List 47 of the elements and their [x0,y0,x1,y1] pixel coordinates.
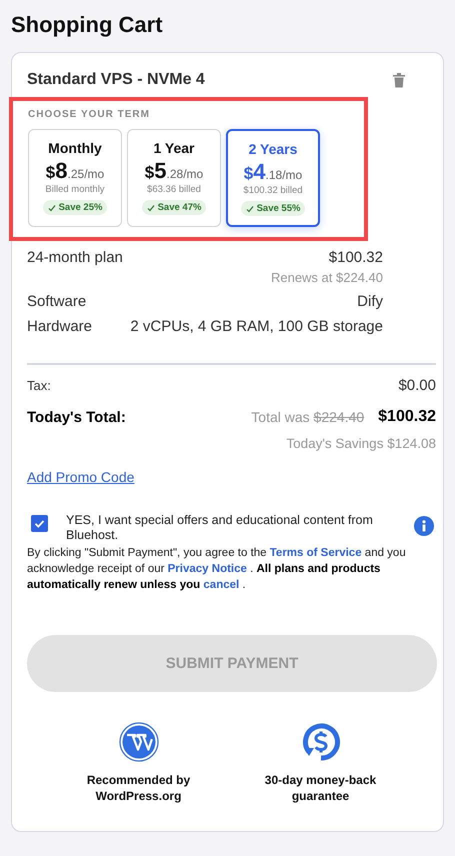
legal-link[interactable]: cancel [203,579,240,591]
detail-value: $100.32 [328,249,383,266]
savings-note: Today's Savings $124.08 [285,436,436,451]
term-price: $8.25/mo [46,158,104,184]
legal-text: By clicking "Submit Payment", you agree to the Terms of Service and you acknowledge receipt of our Privacy Notice . All plans and products automatically renew unless you cancel . [27,546,407,593]
section-heading: CHOOSE YOUR TERM [28,109,151,120]
total-label: Today's Total: [27,408,126,426]
detail-label: Hardware [27,318,92,335]
badge-caption: Recommended by WordPress.org [86,772,192,804]
term-option[interactable]: 2 Years $4.18/mo $100.32 billed Save 55% [226,129,320,227]
billing-note: Billed monthly [45,184,105,195]
check-icon [48,204,56,212]
checkbox[interactable] [31,515,48,532]
legal-link[interactable]: Terms of Service [270,547,362,559]
term-price: $5.28/mo [144,158,204,184]
page-title: Shopping Cart [11,12,164,38]
previous-total: Total was $224.40 [251,409,364,425]
detail-label: 24-month plan [27,249,123,266]
term-option[interactable]: 1 Year $5.28/mo $63.36 billed Save 47% [127,129,221,227]
check-icon [146,204,155,212]
term-price: $4.18/mo [244,159,302,185]
tax-value: $0.00 [398,377,436,394]
legal-link[interactable]: Privacy Notice [168,563,247,575]
dollar-refund-icon [300,722,340,762]
savings-text: Save 25% [58,202,102,213]
detail-value: Dify [357,293,383,310]
term-label: Monthly [48,140,102,156]
billing-note: $100.32 billed [243,185,303,196]
trash-icon[interactable] [392,72,406,88]
total-value: $100.32 [378,408,436,426]
renewal-note: Renews at $224.40 [270,270,383,285]
wordpress-logo-icon [118,722,158,762]
term-option[interactable]: Monthly $8.25/mo Billed monthly Save 25% [28,129,122,227]
savings-text: Save 55% [256,203,300,214]
info-icon[interactable] [414,516,434,536]
promo-code-link[interactable]: Add Promo Code [27,469,134,485]
product-name: Standard VPS - NVMe 4 [27,71,205,89]
savings-text: Save 47% [158,202,202,213]
consent-text: YES, I want special offers and educational content from Bluehost. [66,513,374,543]
detail-value: 2 vCPUs, 4 GB RAM, 100 GB storage [130,318,383,335]
check-icon [246,204,254,212]
term-label: 1 Year [153,140,194,156]
billing-note: $63.36 billed [147,184,201,195]
badge-caption: 30-day money-back guarantee [264,772,378,804]
detail-label: Software [27,293,86,310]
tax-label: Tax: [27,378,51,393]
term-label: 2 Years [248,141,298,157]
